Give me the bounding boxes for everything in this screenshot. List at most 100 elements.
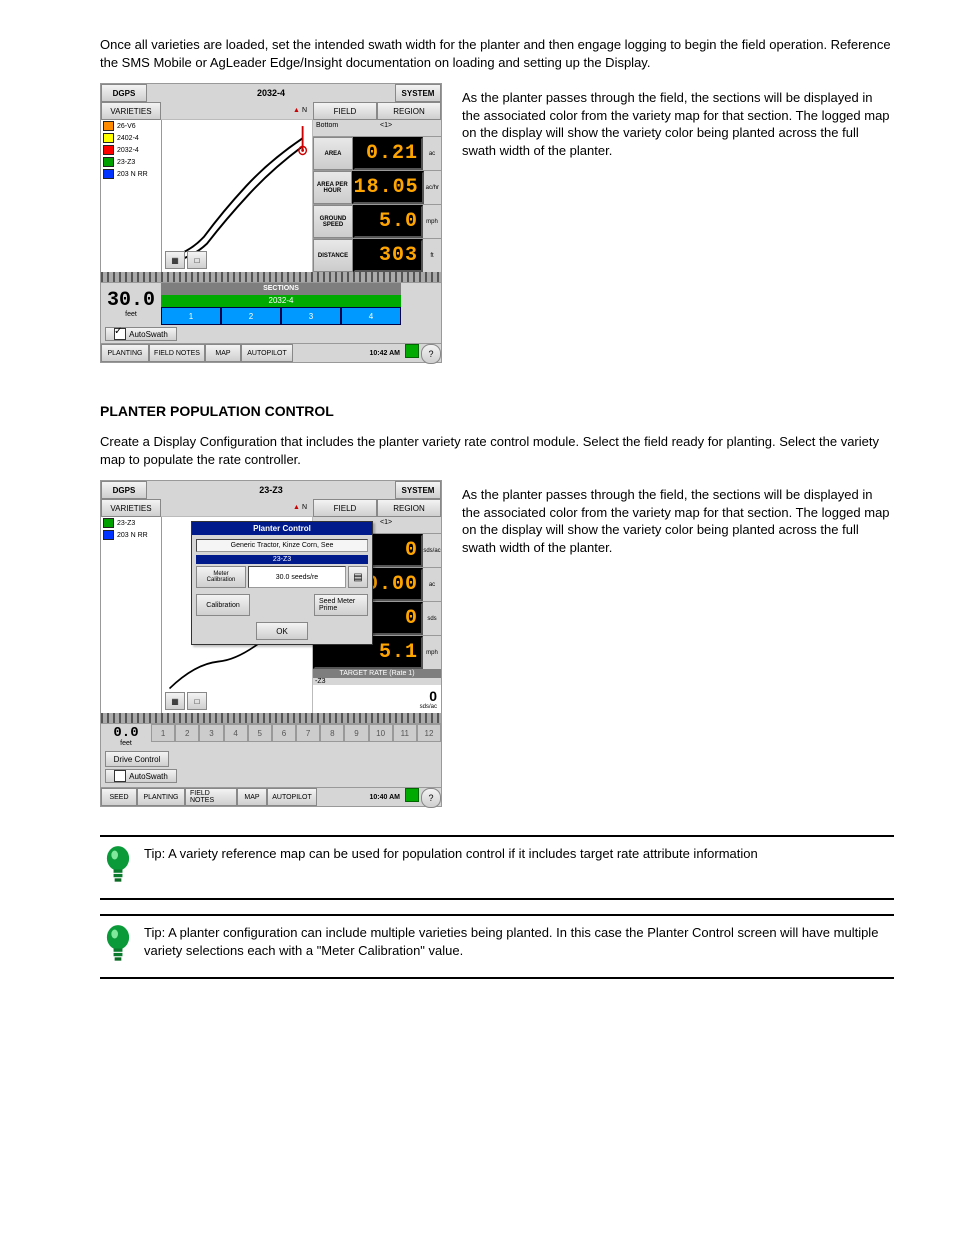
planter-intro-paragraph: Create a Display Configuration that incl… xyxy=(100,433,894,468)
tip-text: Tip: A planter configuration can include… xyxy=(144,924,890,959)
tab-field-notes[interactable]: FIELD NOTES xyxy=(149,344,205,362)
status-indicator-icon xyxy=(405,344,419,358)
system-button[interactable]: SYSTEM xyxy=(395,481,441,499)
stat-value-aph: 18.05 xyxy=(352,171,424,204)
stats-panel: Bottom <1> AREA 0.21 ac AREA PER HOUR 18… xyxy=(313,120,441,272)
fig1-description: As the planter passes through the field,… xyxy=(462,89,894,159)
region-tab[interactable]: REGION xyxy=(377,499,441,517)
stat-label-dist: DISTANCE xyxy=(313,239,353,272)
screenshot-planter-control: DGPS 23-Z3 SYSTEM VARIETIES ▲ N FIELD RE… xyxy=(100,480,442,807)
config-field[interactable]: Generic Tractor, Kinze Corn, See xyxy=(196,539,368,552)
stat-label-area: AREA xyxy=(313,137,353,170)
map-tool-1-icon[interactable]: ▦ xyxy=(165,692,185,710)
row-cell[interactable]: 6 xyxy=(272,724,296,742)
lightbulb-icon xyxy=(104,924,132,969)
calibration-button[interactable]: Calibration xyxy=(196,594,250,616)
map-north-label: ▲ N xyxy=(161,102,313,120)
section-cell[interactable]: 2 xyxy=(221,307,281,325)
checkbox-icon xyxy=(114,328,126,340)
stat-head-index: <1> xyxy=(377,517,441,533)
row-cell[interactable]: 1 xyxy=(151,724,175,742)
field-map[interactable]: ▦ □ xyxy=(162,120,313,272)
sections-header: SECTIONS xyxy=(161,283,401,295)
clock-readout: 10:42 AM xyxy=(367,344,403,362)
section-cell[interactable]: 3 xyxy=(281,307,341,325)
row-cell[interactable]: 7 xyxy=(296,724,320,742)
meter-value-field[interactable]: 30.0 seeds/re xyxy=(248,566,346,588)
tick-strip xyxy=(101,272,441,282)
dialog-title: Planter Control xyxy=(192,522,372,535)
checkbox-icon xyxy=(114,770,126,782)
row-cell[interactable]: 12 xyxy=(417,724,441,742)
calculator-icon[interactable]: ▤ xyxy=(348,566,368,588)
sections-variety-bar: 2032-4 xyxy=(161,295,401,307)
clock-readout: 10:40 AM xyxy=(367,788,403,806)
screenshot-variety-map: DGPS 2032-4 SYSTEM VARIETIES ▲ N FIELD R… xyxy=(100,83,442,363)
heading-planter-control: PLANTER POPULATION CONTROL xyxy=(100,403,894,419)
field-tab[interactable]: FIELD xyxy=(313,102,377,120)
stat-value-dist: 303 xyxy=(353,239,423,272)
stat-label-aph: AREA PER HOUR xyxy=(313,171,352,204)
varieties-button[interactable]: VARIETIES xyxy=(101,102,161,120)
system-button[interactable]: SYSTEM xyxy=(395,84,441,102)
row-cell[interactable]: 11 xyxy=(393,724,417,742)
tip-text: Tip: A variety reference map can be used… xyxy=(144,845,890,863)
fig2-description: As the planter passes through the field,… xyxy=(462,486,894,556)
row-cell[interactable]: 10 xyxy=(369,724,393,742)
region-tab[interactable]: REGION xyxy=(377,102,441,120)
tab-planting[interactable]: PLANTING xyxy=(137,788,185,806)
tick-strip xyxy=(101,713,441,723)
autoswath-toggle[interactable]: AutoSwath xyxy=(105,327,177,341)
map-tool-1-icon[interactable]: ▦ xyxy=(165,251,185,269)
tip-2: Tip: A planter configuration can include… xyxy=(100,914,894,979)
variety-subheader: 23-Z3 xyxy=(196,555,368,564)
map-north-label: ▲ N xyxy=(161,499,313,517)
stat-value-area: 0.21 xyxy=(353,137,423,170)
row-cell[interactable]: 4 xyxy=(224,724,248,742)
field-tab[interactable]: FIELD xyxy=(313,499,377,517)
screen-title: 2032-4 xyxy=(147,84,395,102)
stat-label-speed: GROUND SPEED xyxy=(313,205,353,238)
tab-map[interactable]: MAP xyxy=(237,788,267,806)
varieties-legend: 23-Z3 203 N RR xyxy=(101,517,162,713)
row-cell[interactable]: 5 xyxy=(248,724,272,742)
tab-field-notes[interactable]: FIELD NOTES xyxy=(185,788,237,806)
tab-autopilot[interactable]: AUTOPILOT xyxy=(241,344,293,362)
status-indicator-icon xyxy=(405,788,419,802)
tab-planting[interactable]: PLANTING xyxy=(101,344,149,362)
target-rate-label: TARGET RATE (Rate 1) xyxy=(313,669,441,678)
varieties-button[interactable]: VARIETIES xyxy=(101,499,161,517)
row-cell[interactable]: 8 xyxy=(320,724,344,742)
tab-autopilot[interactable]: AUTOPILOT xyxy=(267,788,317,806)
planter-control-dialog: Planter Control Generic Tractor, Kinze C… xyxy=(191,521,373,645)
stat-head-index: <1> xyxy=(377,120,441,136)
help-icon[interactable]: ? xyxy=(421,344,441,364)
seed-meter-prime-button[interactable]: Seed Meter Prime xyxy=(314,594,368,616)
row-cell[interactable]: 9 xyxy=(344,724,368,742)
autoswath-toggle[interactable]: AutoSwath xyxy=(105,769,177,783)
ok-button[interactable]: OK xyxy=(256,622,308,640)
target-rate-value: 0 sds/ac xyxy=(313,685,441,713)
stat-value-speed: 5.0 xyxy=(353,205,423,238)
meter-calibration-button[interactable]: Meter Calibration xyxy=(196,566,246,588)
intro-paragraph: Once all varieties are loaded, set the i… xyxy=(100,36,894,71)
section-cell[interactable]: 1 xyxy=(161,307,221,325)
screen-title: 23-Z3 xyxy=(147,481,395,499)
help-icon[interactable]: ? xyxy=(421,788,441,808)
swath-width-readout: 30.0 feet xyxy=(101,283,161,325)
tip-1: Tip: A variety reference map can be used… xyxy=(100,835,894,900)
section-cell[interactable]: 4 xyxy=(341,307,401,325)
tab-seed[interactable]: SEED xyxy=(101,788,137,806)
tab-map[interactable]: MAP xyxy=(205,344,241,362)
stat-head-bottom: Bottom xyxy=(313,120,377,136)
varieties-legend: 26-V6 2402-4 2032-4 23-Z3 203 N RR xyxy=(101,120,162,272)
row-cell[interactable]: 2 xyxy=(175,724,199,742)
dgps-button[interactable]: DGPS xyxy=(101,84,147,102)
row-cell[interactable]: 3 xyxy=(199,724,223,742)
map-tool-2-icon[interactable]: □ xyxy=(187,692,207,710)
map-tool-2-icon[interactable]: □ xyxy=(187,251,207,269)
dgps-button[interactable]: DGPS xyxy=(101,481,147,499)
lightbulb-icon xyxy=(104,845,132,890)
swath-width-readout: 0.0 feet xyxy=(101,724,151,749)
drive-control-button[interactable]: Drive Control xyxy=(105,751,169,767)
